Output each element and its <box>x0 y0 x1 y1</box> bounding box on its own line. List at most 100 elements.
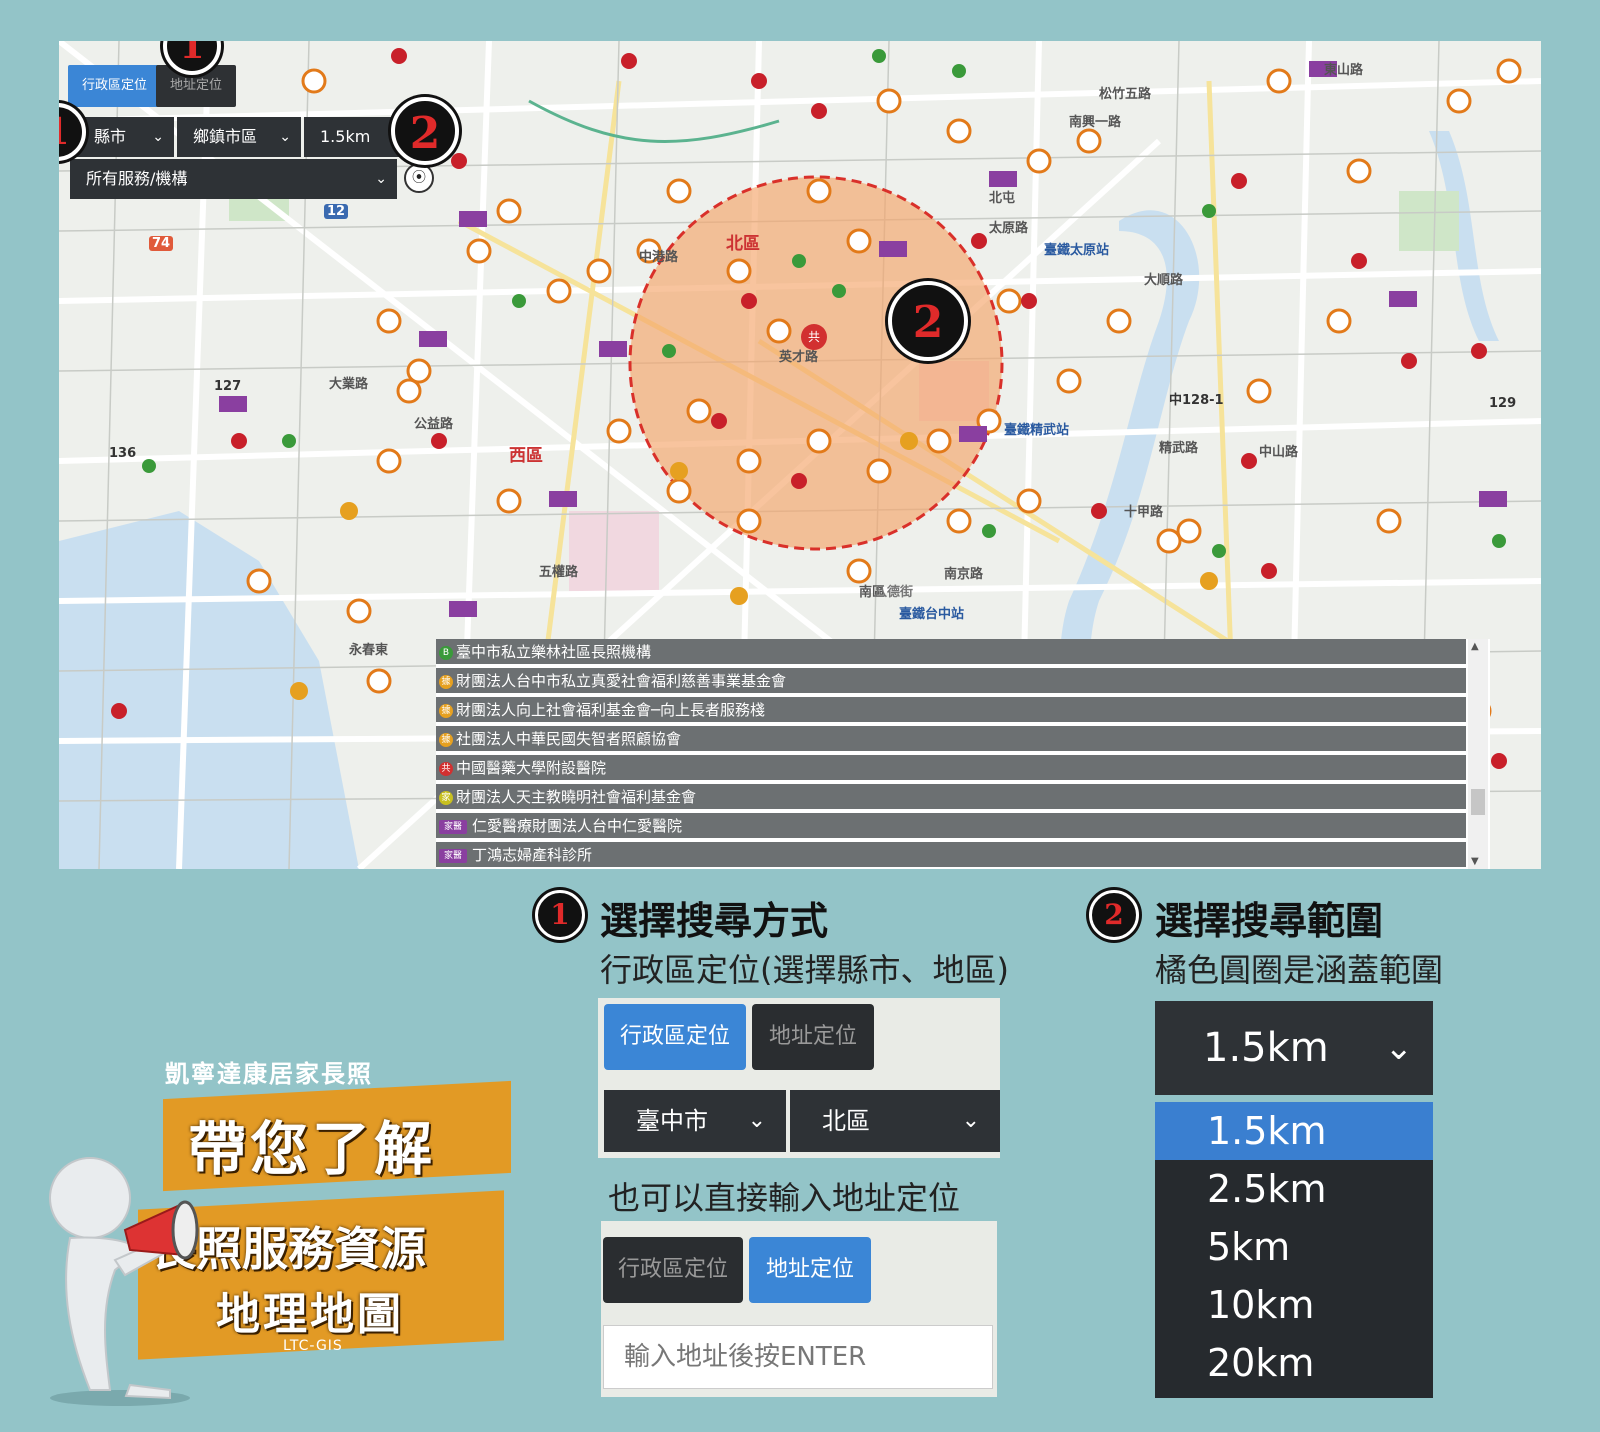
label-road-number: 127 <box>214 379 242 394</box>
list-item[interactable]: 家財團法人天主教曉明社會福利基金會 <box>436 784 1466 811</box>
list-scrollbar[interactable]: ▲ ▼ <box>1468 639 1488 869</box>
list-item-label: 財團法人向上社會福利基金會─向上長者服務棧 <box>456 701 766 719</box>
label-street: 公益路 <box>414 417 454 432</box>
label-street: 永春東 <box>349 643 389 658</box>
list-item[interactable]: 據財團法人向上社會福利基金會─向上長者服務棧 <box>436 697 1466 724</box>
service-select[interactable]: 所有服務/機構 ⌄ <box>70 159 397 199</box>
range-option[interactable]: 20km <box>1155 1334 1433 1392</box>
promo-tag: LTC-GIS <box>283 1338 343 1354</box>
scroll-up-icon[interactable]: ▲ <box>1471 641 1479 652</box>
chevron-down-icon: ⌄ <box>747 1108 766 1133</box>
label-street: 太原路 <box>989 221 1029 236</box>
list-item[interactable]: 據社團法人中華民國失智者照顧協會 <box>436 726 1466 753</box>
range-dropdown-list[interactable]: 1.5km 2.5km 5km 10km 20km <box>1155 1102 1433 1398</box>
step-badge-2: 2 <box>391 97 459 165</box>
district-select[interactable]: 北區 ⌄ <box>790 1090 1000 1152</box>
county-select[interactable]: 臺中市 ⌄ <box>604 1090 786 1152</box>
chevron-down-icon: ⌄ <box>1384 1028 1414 1068</box>
facility-type-icon: 共 <box>439 762 453 776</box>
label-road-number: 12 <box>324 204 349 219</box>
screenshot-admin-locate: 行政區定位 地址定位 臺中市 ⌄ 北區 ⌄ <box>598 998 1000 1158</box>
step1-alt: 也可以直接輸入地址定位 <box>608 1179 961 1217</box>
range-select-value: 1.5km <box>320 127 371 146</box>
label-street: 大順路 <box>1144 273 1184 288</box>
chevron-down-icon: ⌄ <box>279 129 291 145</box>
label-street: 五權路 <box>539 565 579 580</box>
step2-desc: 橘色圓圈是涵蓋範圍 <box>1155 951 1444 989</box>
list-item-label: 仁愛醫療財團法人台中仁愛醫院 <box>472 817 683 835</box>
county-select-value: 縣市 <box>94 127 127 146</box>
tab-address-locate[interactable]: 地址定位 <box>752 1004 874 1070</box>
label-street: 東山路 <box>1324 63 1364 78</box>
label-station: 臺鐵精武站 <box>1004 423 1070 438</box>
label-street: 八德街 <box>874 585 914 600</box>
label-street: 大業路 <box>329 377 369 392</box>
county-select[interactable]: 縣市 ⌄ <box>70 117 174 157</box>
step-badge-2: 2 <box>888 281 968 361</box>
center-location-marker[interactable]: 共 <box>801 324 827 350</box>
tab-admin-locate[interactable]: 行政區定位 <box>603 1237 743 1303</box>
label-west-district: 西區 <box>509 446 543 466</box>
label-street: 南京路 <box>944 567 984 582</box>
list-item-label: 臺中市私立樂林社區長照機構 <box>456 643 652 661</box>
label-street: 中山路 <box>1259 445 1299 460</box>
facility-type-icon: 家 <box>439 791 453 805</box>
map-view[interactable]: 北區 西區 南區 英才路 大業路 五權路 公益路 南京路 八德街 太原路 大順路… <box>59 41 1541 869</box>
district-select-value: 鄉鎮市區 <box>193 127 258 146</box>
label-street: 精武路 <box>1159 441 1199 456</box>
scroll-down-icon[interactable]: ▼ <box>1471 856 1479 867</box>
county-select-value: 臺中市 <box>636 1107 708 1135</box>
screenshot-address-locate: 行政區定位 地址定位 輸入地址後按ENTER <box>601 1221 997 1397</box>
range-select-value: 1.5km <box>1203 1025 1329 1071</box>
label-road-number: 74 <box>149 236 174 251</box>
service-select-value: 所有服務/機構 <box>86 169 188 188</box>
list-item[interactable]: 據財團法人台中市私立真愛社會福利慈善事業基金會 <box>436 668 1466 695</box>
label-road-number: 129 <box>1489 396 1517 411</box>
label-street: 十甲路 <box>1124 505 1164 520</box>
facility-type-icon: B <box>439 646 453 660</box>
chevron-down-icon: ⌄ <box>152 129 164 145</box>
scroll-thumb[interactable] <box>1471 789 1485 815</box>
facility-type-icon: 據 <box>439 733 453 747</box>
facility-type-icon: 家醫 <box>439 820 467 834</box>
promo-line3: 地理地圖 <box>216 1289 404 1340</box>
range-option[interactable]: 5km <box>1155 1218 1433 1276</box>
range-select[interactable]: 1.5km <box>304 117 404 157</box>
step-number-2: 2 <box>1089 890 1139 940</box>
tab-address-locate[interactable]: 地址定位 <box>749 1237 871 1303</box>
facility-list[interactable]: B 臺中市私立樂林社區長照機構 據財團法人台中市私立真愛社會福利慈善事業基金會 據… <box>436 639 1490 869</box>
range-select[interactable]: 1.5km ⌄ <box>1155 1001 1433 1095</box>
list-item[interactable]: B 臺中市私立樂林社區長照機構 <box>436 639 1466 666</box>
mascot-megaphone-figure <box>49 1157 199 1406</box>
list-item[interactable]: 家醫 丁鴻志婦產科診所 <box>436 842 1466 869</box>
tab-admin-locate[interactable]: 行政區定位 <box>604 1004 746 1070</box>
district-select[interactable]: 鄉鎮市區 ⌄ <box>177 117 301 157</box>
list-item-label: 中國醫藥大學附設醫院 <box>456 759 607 777</box>
step-number-1: 1 <box>535 890 585 940</box>
range-option[interactable]: 2.5km <box>1155 1160 1433 1218</box>
facility-type-icon: 據 <box>439 675 453 689</box>
label-station: 臺鐵太原站 <box>1044 243 1110 258</box>
label-road-number: 136 <box>109 446 137 461</box>
chevron-down-icon: ⌄ <box>961 1108 980 1133</box>
promo-brand: 凱寧達康居家長照 <box>165 1060 373 1088</box>
district-select-value: 北區 <box>822 1107 870 1135</box>
range-option[interactable]: 10km <box>1155 1276 1433 1334</box>
locate-me-icon[interactable]: ⦿ <box>404 163 434 193</box>
label-street: 北屯 <box>989 191 1016 206</box>
list-item[interactable]: 共中國醫藥大學附設醫院 <box>436 755 1466 782</box>
tab-admin-locate[interactable]: 行政區定位 <box>68 65 162 107</box>
step1-desc: 行政區定位(選擇縣市、地區) <box>600 951 1009 989</box>
range-option[interactable]: 1.5km <box>1155 1102 1433 1160</box>
label-street: 中港路 <box>639 250 679 265</box>
step2-title: 選擇搜尋範圍 <box>1155 899 1384 943</box>
list-item-label: 財團法人台中市私立真愛社會福利慈善事業基金會 <box>456 672 787 690</box>
list-item[interactable]: 家醫 仁愛醫療財團法人台中仁愛醫院 <box>436 813 1466 840</box>
chevron-down-icon: ⌄ <box>375 171 387 187</box>
label-station: 臺鐵台中站 <box>899 607 965 622</box>
facility-type-icon: 家醫 <box>439 849 467 863</box>
list-item-label: 社團法人中華民國失智者照顧協會 <box>456 730 682 748</box>
label-street: 南興一路 <box>1069 115 1122 130</box>
address-input[interactable]: 輸入地址後按ENTER <box>603 1325 993 1389</box>
list-item-label: 丁鴻志婦產科診所 <box>472 846 593 864</box>
